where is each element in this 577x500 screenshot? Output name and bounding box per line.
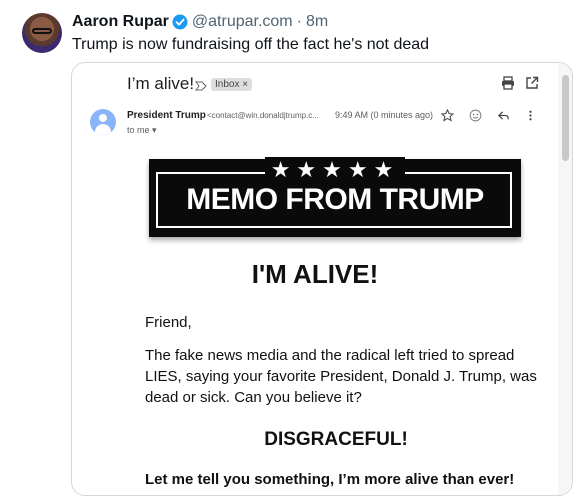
- sender-avatar[interactable]: [90, 109, 116, 135]
- print-icon[interactable]: [501, 76, 515, 90]
- banner-title: MEMO FROM TRUMP: [186, 183, 484, 216]
- emoji-icon[interactable]: [469, 109, 482, 122]
- email-screenshot[interactable]: I’m alive! Inbox × President Trump <cont…: [71, 62, 573, 496]
- author-name[interactable]: Aaron Rupar: [72, 12, 169, 32]
- separator-dot: ·: [296, 13, 302, 30]
- email-heading: I'M ALIVE!: [251, 259, 379, 289]
- email-paragraph: The fake news media and the radical left…: [145, 347, 537, 406]
- sender-email: <contact@win.donaldjtrump.c...: [207, 111, 319, 120]
- banner-stars: ★★★★★: [149, 157, 521, 182]
- email-emphasis: DISGRACEFUL!: [264, 429, 408, 450]
- reply-icon[interactable]: [497, 109, 510, 122]
- tweet-header: Aaron Rupar @atrupar.com · 8m: [72, 12, 328, 32]
- inbox-label[interactable]: Inbox ×: [211, 78, 253, 91]
- email-time: 9:49 AM (0 minutes ago): [335, 110, 434, 120]
- recipient-dropdown[interactable]: to me ▾: [127, 125, 157, 136]
- verified-icon: [172, 14, 188, 30]
- author-avatar[interactable]: [22, 13, 62, 53]
- more-vert-icon[interactable]: [524, 109, 537, 122]
- star-icon[interactable]: [440, 108, 455, 122]
- email-closing: Let me tell you something, I’m more aliv…: [145, 471, 515, 488]
- sender-name[interactable]: President Trump: [127, 110, 206, 121]
- tweet-timestamp[interactable]: 8m: [306, 12, 328, 32]
- memo-banner: ★★★★★ MEMO FROM TRUMP: [149, 157, 521, 237]
- scrollbar-thumb[interactable]: [562, 75, 569, 161]
- email-greeting: Friend,: [145, 314, 192, 331]
- email-subject: I’m alive!: [127, 74, 195, 93]
- tweet-text: Trump is now fundraising off the fact he…: [72, 36, 430, 53]
- open-in-new-icon[interactable]: [525, 76, 539, 90]
- author-handle[interactable]: @atrupar.com: [192, 12, 293, 32]
- important-icon[interactable]: [195, 78, 207, 91]
